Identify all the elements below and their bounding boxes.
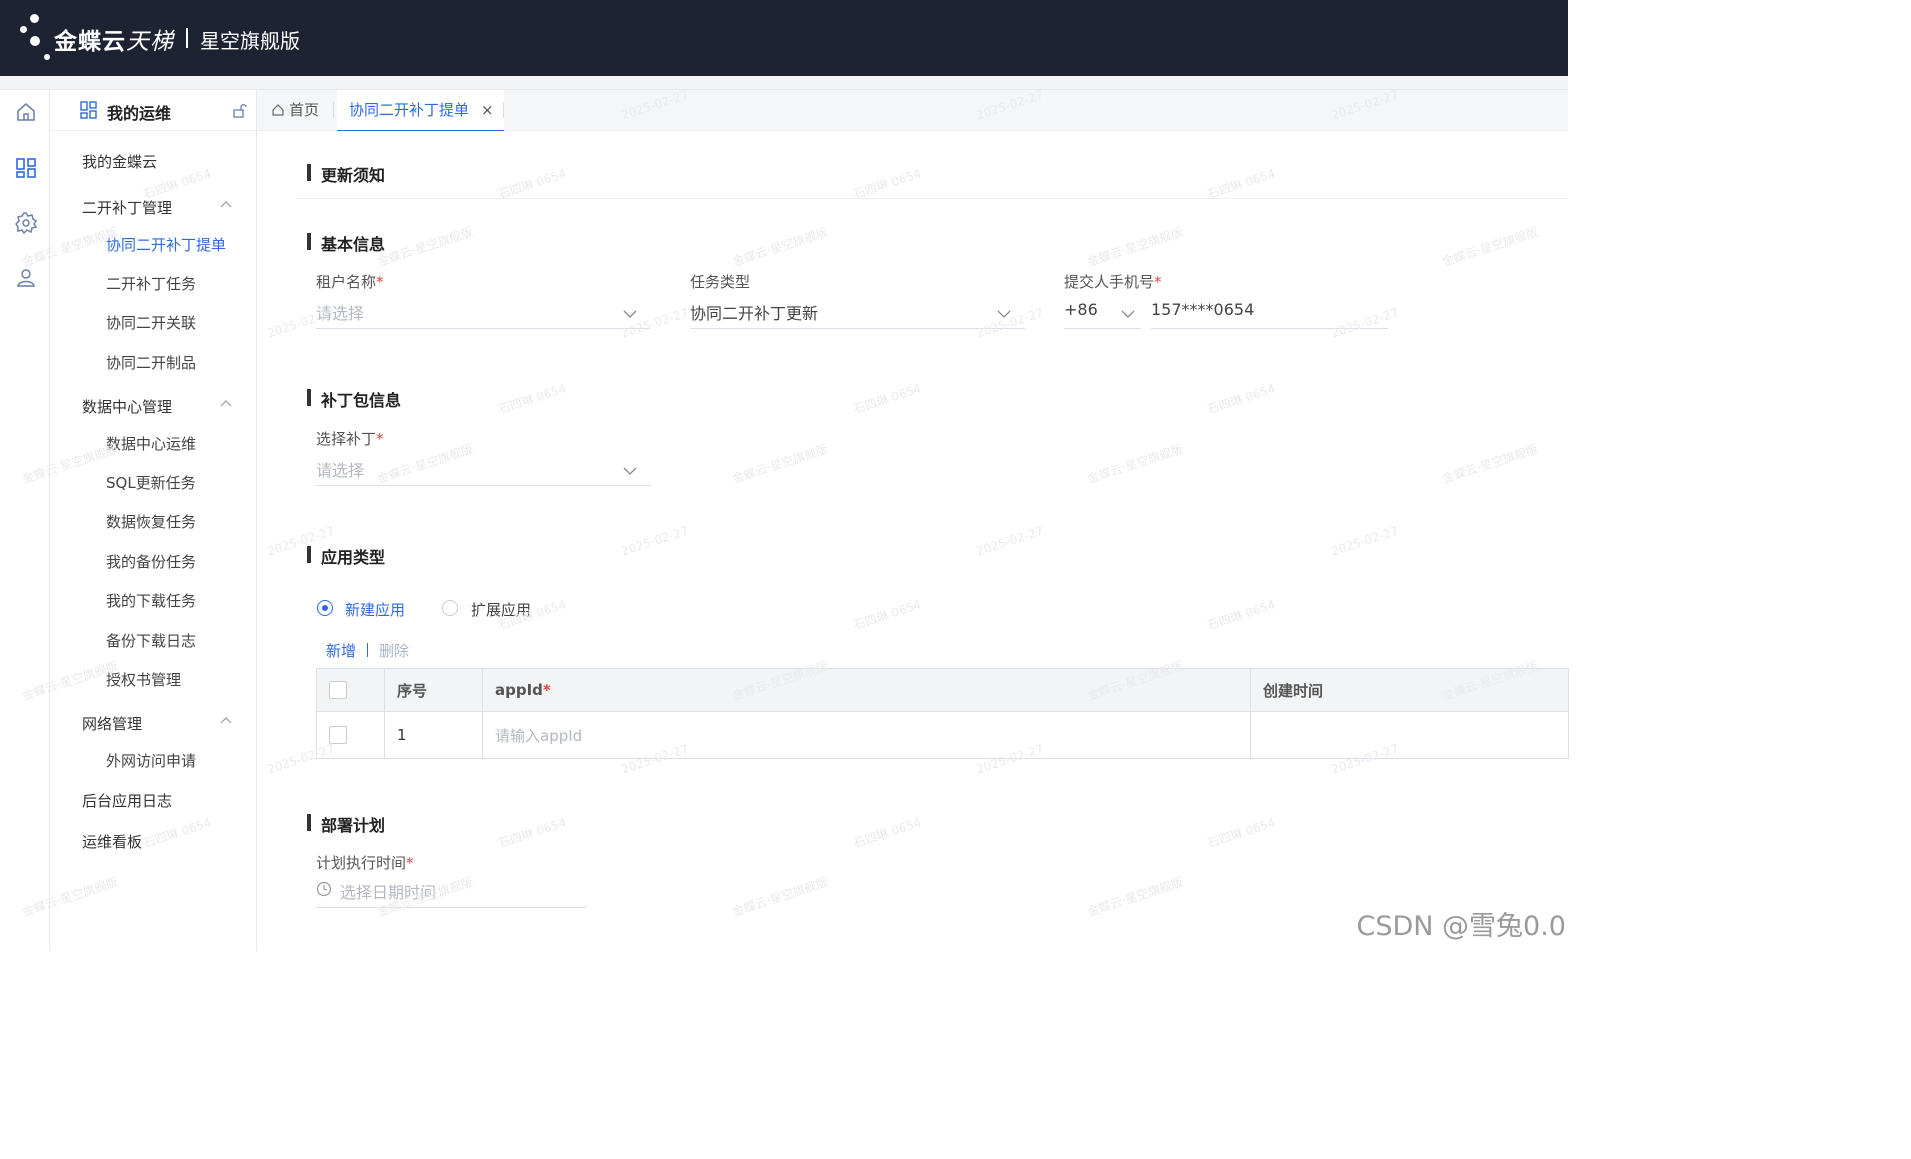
tab-bar: 首页 协同二开补丁提单 ×: [257, 90, 1568, 132]
chevron-down-icon: [623, 467, 637, 475]
sidebar-item-my-kingdee[interactable]: 我的金蝶云: [82, 151, 157, 172]
apps-grid-icon[interactable]: [14, 156, 38, 180]
unlock-icon[interactable]: [232, 102, 248, 118]
patch-label: 选择补丁*: [316, 430, 384, 448]
settings-gear-icon[interactable]: [14, 211, 38, 235]
tab-divider: [333, 102, 334, 118]
section-deploy: 部署计划: [307, 812, 385, 836]
chevron-down-icon: [1121, 310, 1135, 318]
row-checkbox-cell: [316, 711, 385, 759]
chevron-down-icon: [623, 310, 637, 318]
sidebar: 我的运维 我的金蝶云 二开补丁管理 协同二开补丁提单 二开补丁任务 协同二开关联…: [50, 90, 257, 951]
radio-new-app[interactable]: [317, 600, 333, 616]
sidebar-header: 我的运维: [50, 90, 256, 131]
home-icon[interactable]: [14, 100, 38, 124]
home-icon: [272, 103, 284, 116]
row-seq: 1: [384, 711, 483, 759]
add-row-button[interactable]: 新增: [326, 640, 356, 661]
edition-label: 星空旗舰版: [200, 29, 300, 53]
action-divider: [367, 643, 368, 657]
sidebar-item-collab-link[interactable]: 协同二开关联: [106, 312, 196, 333]
sidebar-group-network[interactable]: 网络管理: [82, 713, 142, 734]
schedule-datetime-input[interactable]: 选择日期时间: [316, 879, 587, 908]
user-icon[interactable]: [14, 266, 38, 290]
select-all-cell: [316, 668, 385, 712]
sidebar-item-backup-task[interactable]: 我的备份任务: [106, 551, 196, 572]
sidebar-item-license[interactable]: 授权书管理: [106, 669, 181, 690]
icon-rail: [0, 90, 50, 951]
sidebar-title: 我的运维: [107, 104, 172, 123]
top-header: 金蝶云天梯 星空旗舰版: [0, 0, 1568, 76]
sidebar-item-sql-task[interactable]: SQL更新任务: [106, 472, 196, 493]
table-header-row: 序号 appId* 创建时间: [316, 668, 1569, 712]
sidebar-group-patch[interactable]: 二开补丁管理: [82, 197, 172, 218]
apps-grid-icon: [79, 100, 99, 120]
sidebar-item-dc-ops[interactable]: 数据中心运维: [106, 433, 196, 454]
csdn-credit: CSDN @雪兔0.0: [1356, 911, 1566, 942]
main-form: 更新须知 基本信息 租户名称* 请选择 任务类型 协同二开补丁更新 提交人手机号…: [257, 131, 1569, 951]
task-type-select[interactable]: 协同二开补丁更新: [690, 296, 1025, 329]
appid-input[interactable]: 请输入appId: [482, 711, 1251, 759]
schedule-label: 计划执行时间*: [316, 854, 414, 872]
header-strip: [0, 76, 1568, 90]
tab-divider: [503, 102, 504, 118]
chevron-down-icon: [997, 310, 1011, 318]
sidebar-group-datacenter[interactable]: 数据中心管理: [82, 396, 172, 417]
close-icon[interactable]: ×: [481, 101, 494, 119]
section-basic: 基本信息: [307, 231, 385, 255]
chevron-up-icon[interactable]: [220, 716, 232, 724]
select-all-checkbox[interactable]: [329, 681, 347, 700]
brand-divider: [186, 28, 188, 48]
header-created: 创建时间: [1250, 668, 1569, 712]
header-appid: appId*: [482, 668, 1251, 712]
country-code-select[interactable]: +86: [1064, 296, 1141, 329]
chevron-up-icon[interactable]: [220, 200, 232, 208]
sidebar-item-external-access[interactable]: 外网访问申请: [106, 750, 196, 771]
delete-row-button[interactable]: 删除: [379, 640, 409, 661]
tab-patch-submit[interactable]: 协同二开补丁提单 ×: [337, 90, 504, 132]
tenant-label: 租户名称*: [316, 273, 384, 291]
chevron-up-icon[interactable]: [220, 399, 232, 407]
table-row: 1 请输入appId: [316, 711, 1569, 759]
tab-home[interactable]: 首页: [271, 99, 319, 120]
sidebar-item-restore-task[interactable]: 数据恢复任务: [106, 511, 196, 532]
divider: [297, 198, 1568, 199]
sidebar-item-collab-artifact[interactable]: 协同二开制品: [106, 352, 196, 373]
radio-extend-app[interactable]: [442, 600, 458, 616]
tenant-select[interactable]: 请选择: [316, 296, 651, 329]
row-created: [1250, 711, 1569, 759]
sidebar-item-download-task[interactable]: 我的下载任务: [106, 590, 196, 611]
task-type-label: 任务类型: [690, 273, 751, 291]
sidebar-item-ops-board[interactable]: 运维看板: [82, 831, 142, 852]
brand-name: 金蝶云天梯: [54, 29, 174, 55]
radio-extend-app-label[interactable]: 扩展应用: [471, 599, 531, 620]
app-table: 序号 appId* 创建时间 1 请输入appId: [316, 668, 1569, 759]
phone-label: 提交人手机号*: [1064, 273, 1162, 291]
sidebar-item-patch-submit[interactable]: 协同二开补丁提单: [106, 234, 226, 255]
phone-input[interactable]: 157****0654: [1151, 296, 1388, 329]
row-checkbox[interactable]: [329, 726, 347, 745]
section-patch: 补丁包信息: [307, 387, 401, 411]
clock-icon: [316, 881, 332, 897]
section-app-type: 应用类型: [307, 544, 385, 568]
section-notice: 更新须知: [307, 162, 385, 186]
sidebar-item-app-log[interactable]: 后台应用日志: [82, 790, 172, 811]
sidebar-item-patch-task[interactable]: 二开补丁任务: [106, 273, 196, 294]
kingdee-logo-icon: [18, 14, 52, 62]
radio-new-app-label[interactable]: 新建应用: [345, 599, 405, 620]
sidebar-item-backup-log[interactable]: 备份下载日志: [106, 630, 196, 651]
patch-select[interactable]: 请选择: [316, 453, 651, 486]
header-seq: 序号: [384, 668, 483, 712]
